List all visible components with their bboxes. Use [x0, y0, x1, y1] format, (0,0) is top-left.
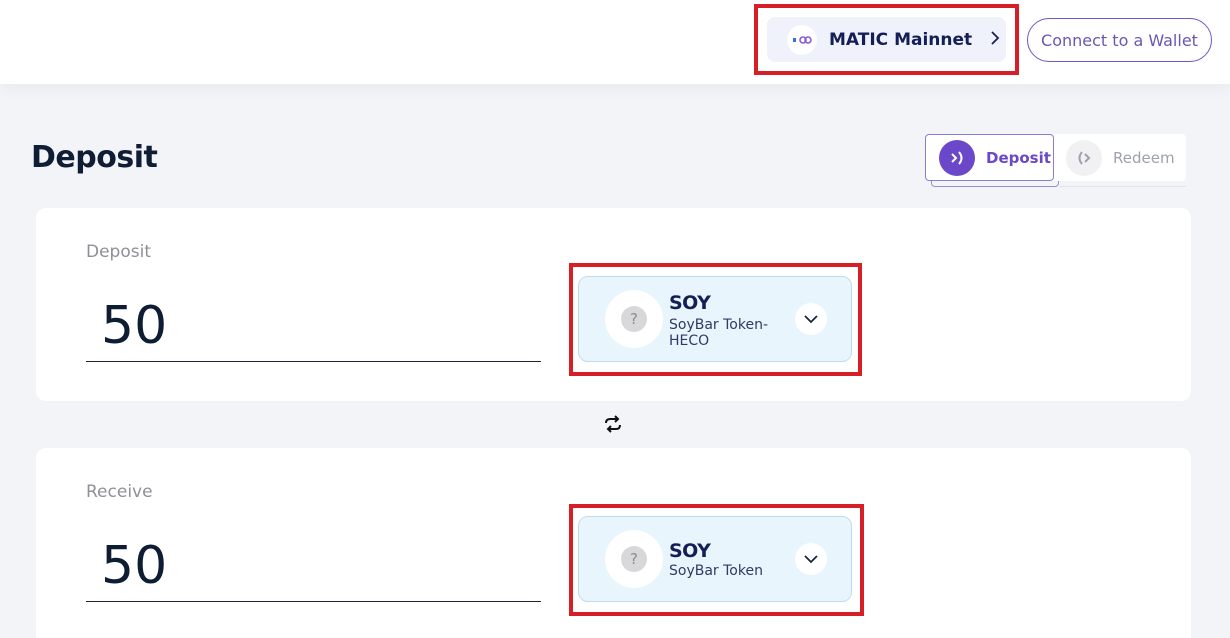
deposit-amount-input[interactable]: 50: [86, 290, 541, 362]
deposit-token-symbol: SOY: [669, 292, 711, 314]
receive-label: Receive: [86, 482, 153, 502]
tab-redeem-label: Redeem: [1113, 148, 1175, 167]
chevron-right-icon: [990, 30, 1000, 50]
unknown-token-icon: ?: [605, 290, 663, 348]
deposit-icon: [939, 139, 975, 176]
swap-direction-icon[interactable]: [602, 414, 624, 434]
mode-switch: Deposit Redeem: [925, 134, 1186, 181]
deposit-label: Deposit: [86, 242, 151, 262]
deposit-token-selector[interactable]: ? SOY SoyBar Token-HECO: [578, 276, 852, 362]
unknown-token-icon: ?: [605, 530, 663, 588]
tab-underline-inactive: [1059, 181, 1186, 187]
connect-wallet-button[interactable]: Connect to a Wallet: [1027, 18, 1212, 62]
tab-underline: [931, 181, 1059, 187]
chevron-down-icon: [795, 303, 827, 335]
tab-deposit-label: Deposit: [986, 148, 1051, 167]
redeem-icon: [1066, 139, 1102, 176]
receive-amount-input[interactable]: 50: [86, 530, 541, 602]
network-name: MATIC Mainnet: [829, 29, 973, 50]
chevron-down-icon: [795, 543, 827, 575]
tab-redeem[interactable]: Redeem: [1054, 134, 1186, 181]
deposit-token-name: SoyBar Token-HECO: [669, 317, 769, 349]
receive-token-name: SoyBar Token: [669, 563, 763, 579]
receive-token-symbol: SOY: [669, 540, 711, 562]
receive-token-selector[interactable]: ? SOY SoyBar Token: [578, 516, 852, 602]
polygon-logo-icon: [787, 24, 817, 55]
network-selector-button[interactable]: MATIC Mainnet: [767, 17, 1006, 62]
tab-deposit[interactable]: Deposit: [925, 134, 1054, 181]
page-title: Deposit: [31, 140, 158, 175]
